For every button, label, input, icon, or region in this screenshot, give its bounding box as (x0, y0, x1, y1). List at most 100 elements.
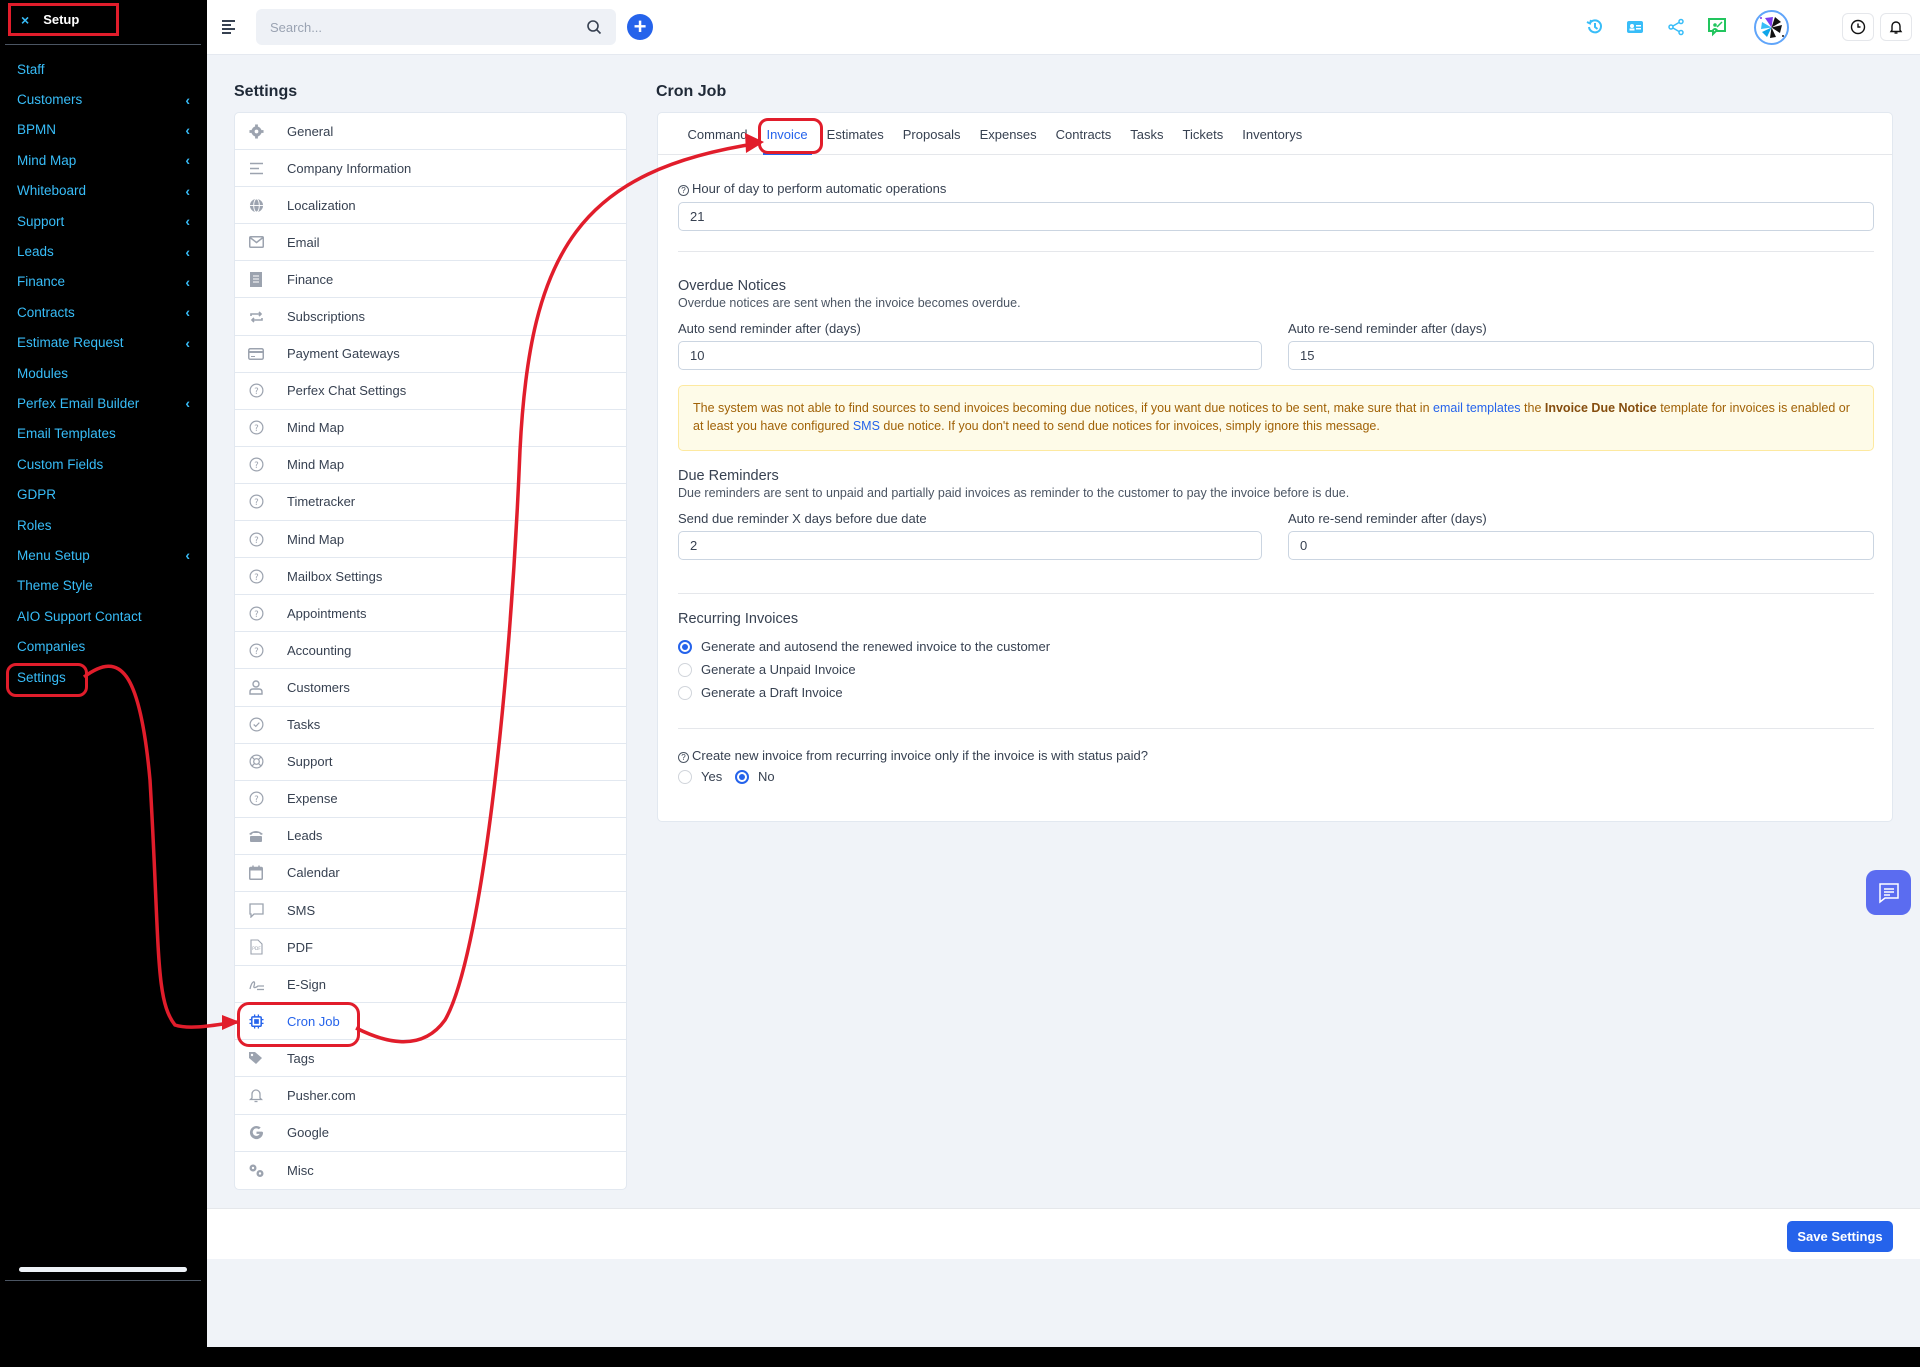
sidebar-item-leads[interactable]: Leads‹ (0, 236, 207, 266)
settings-item-e-sign[interactable]: E-Sign (235, 966, 626, 1003)
sidebar-item-whiteboard[interactable]: Whiteboard‹ (0, 176, 207, 206)
sidebar-item-perfex-email-builder[interactable]: Perfex Email Builder‹ (0, 388, 207, 418)
settings-item-leads[interactable]: Leads (235, 818, 626, 855)
close-icon[interactable]: × (21, 12, 29, 28)
settings-item-support[interactable]: Support (235, 744, 626, 781)
search-icon[interactable] (586, 19, 602, 35)
chat-button[interactable] (1866, 870, 1911, 915)
sidebar-item-settings[interactable]: Settings (0, 662, 207, 692)
company-logo[interactable] (1754, 10, 1789, 45)
settings-item-cron-job[interactable]: Cron Job (235, 1003, 626, 1040)
tab-tasks[interactable]: Tasks (1121, 113, 1173, 155)
tab-invoice[interactable]: Invoice (757, 113, 817, 155)
settings-item-appointments[interactable]: ?Appointments (235, 595, 626, 632)
sidebar-item-email-templates[interactable]: Email Templates (0, 419, 207, 449)
scrollbar[interactable] (19, 1267, 187, 1272)
sidebar-item-gdpr[interactable]: GDPR (0, 479, 207, 509)
sidebar-item-contracts[interactable]: Contracts‹ (0, 297, 207, 327)
due-resend-input[interactable]: 0 (1288, 531, 1874, 560)
paid-yes-radio[interactable]: Yes (678, 769, 722, 784)
sidebar-item-aio-support-contact[interactable]: AIO Support Contact (0, 601, 207, 631)
email-templates-link[interactable]: email templates (1433, 401, 1521, 415)
settings-item-pdf[interactable]: PDFPDF (235, 929, 626, 966)
due-before-input[interactable]: 2 (678, 531, 1262, 560)
settings-item-accounting[interactable]: ?Accounting (235, 632, 626, 669)
chevron-left-icon[interactable]: ‹ (185, 547, 190, 563)
quick-add-button[interactable]: + (627, 14, 653, 40)
chevron-left-icon[interactable]: ‹ (185, 152, 190, 168)
paid-no-radio[interactable]: No (735, 769, 775, 784)
tab-inventorys[interactable]: Inventorys (1233, 113, 1312, 155)
settings-item-localization[interactable]: Localization (235, 187, 626, 224)
settings-item-tasks[interactable]: Tasks (235, 707, 626, 744)
sidebar-item-mind-map[interactable]: Mind Map‹ (0, 145, 207, 175)
settings-item-calendar[interactable]: Calendar (235, 855, 626, 892)
settings-item-expense[interactable]: ?Expense (235, 781, 626, 818)
settings-item-perfex-chat-settings[interactable]: ?Perfex Chat Settings (235, 373, 626, 410)
sidebar-item-bpmn[interactable]: BPMN‹ (0, 115, 207, 145)
radio-button[interactable] (678, 663, 692, 677)
sidebar-item-theme-style[interactable]: Theme Style (0, 571, 207, 601)
setup-header[interactable]: × Setup (8, 3, 119, 36)
recurring-option[interactable]: Generate a Draft Invoice (678, 685, 843, 700)
chevron-left-icon[interactable]: ‹ (185, 213, 190, 229)
chevron-left-icon[interactable]: ‹ (185, 183, 190, 199)
settings-item-subscriptions[interactable]: Subscriptions (235, 298, 626, 335)
settings-item-timetracker[interactable]: ?Timetracker (235, 484, 626, 521)
presentation-icon[interactable] (1705, 15, 1729, 39)
sms-link[interactable]: SMS (853, 419, 880, 433)
recurring-option[interactable]: Generate and autosend the renewed invoic… (678, 639, 1050, 654)
tab-estimates[interactable]: Estimates (817, 113, 893, 155)
contact-card-icon[interactable] (1623, 15, 1647, 39)
radio-no[interactable] (735, 770, 749, 784)
sidebar-item-finance[interactable]: Finance‹ (0, 267, 207, 297)
chevron-left-icon[interactable]: ‹ (185, 122, 190, 138)
radio-yes[interactable] (678, 770, 692, 784)
settings-item-payment-gateways[interactable]: Payment Gateways (235, 336, 626, 373)
tab-command[interactable]: Command (678, 113, 757, 155)
settings-item-finance[interactable]: Finance (235, 261, 626, 298)
tab-expenses[interactable]: Expenses (970, 113, 1046, 155)
radio-button[interactable] (678, 686, 692, 700)
recurring-option[interactable]: Generate a Unpaid Invoice (678, 662, 856, 677)
bell-icon[interactable] (1880, 13, 1912, 41)
settings-item-google[interactable]: Google (235, 1115, 626, 1152)
sidebar-item-estimate-request[interactable]: Estimate Request‹ (0, 328, 207, 358)
help-icon[interactable]: ? (678, 752, 689, 763)
hour-input[interactable]: 21 (678, 202, 1874, 231)
chevron-left-icon[interactable]: ‹ (185, 335, 190, 351)
chevron-left-icon[interactable]: ‹ (185, 244, 190, 260)
radio-button[interactable] (678, 640, 692, 654)
settings-item-mailbox-settings[interactable]: ?Mailbox Settings (235, 558, 626, 595)
sidebar-item-support[interactable]: Support‹ (0, 206, 207, 236)
share-icon[interactable] (1664, 15, 1688, 39)
sidebar-item-companies[interactable]: Companies (0, 631, 207, 661)
sidebar-item-modules[interactable]: Modules (0, 358, 207, 388)
sidebar-item-staff[interactable]: Staff (0, 54, 207, 84)
tab-tickets[interactable]: Tickets (1173, 113, 1233, 155)
settings-item-email[interactable]: Email (235, 224, 626, 261)
sidebar-item-roles[interactable]: Roles (0, 510, 207, 540)
search-input[interactable]: Search... (256, 9, 616, 45)
clock-icon[interactable] (1842, 13, 1874, 41)
menu-toggle-icon[interactable] (222, 20, 235, 33)
chevron-left-icon[interactable]: ‹ (185, 92, 190, 108)
settings-item-company-information[interactable]: Company Information (235, 150, 626, 187)
settings-item-mind-map[interactable]: ?Mind Map (235, 447, 626, 484)
settings-item-pusher-com[interactable]: Pusher.com (235, 1077, 626, 1114)
tab-contracts[interactable]: Contracts (1046, 113, 1121, 155)
sidebar-item-custom-fields[interactable]: Custom Fields (0, 449, 207, 479)
settings-item-general[interactable]: General (235, 113, 626, 150)
settings-item-sms[interactable]: SMS (235, 892, 626, 929)
tab-proposals[interactable]: Proposals (893, 113, 970, 155)
history-icon[interactable] (1583, 15, 1607, 39)
auto-send-input[interactable]: 10 (678, 341, 1262, 370)
settings-item-mind-map[interactable]: ?Mind Map (235, 410, 626, 447)
help-icon[interactable]: ? (678, 185, 689, 196)
sidebar-item-menu-setup[interactable]: Menu Setup‹ (0, 540, 207, 570)
chevron-left-icon[interactable]: ‹ (185, 274, 190, 290)
save-settings-button[interactable]: Save Settings (1787, 1221, 1893, 1252)
chevron-left-icon[interactable]: ‹ (185, 395, 190, 411)
chevron-left-icon[interactable]: ‹ (185, 304, 190, 320)
auto-resend-input[interactable]: 15 (1288, 341, 1874, 370)
